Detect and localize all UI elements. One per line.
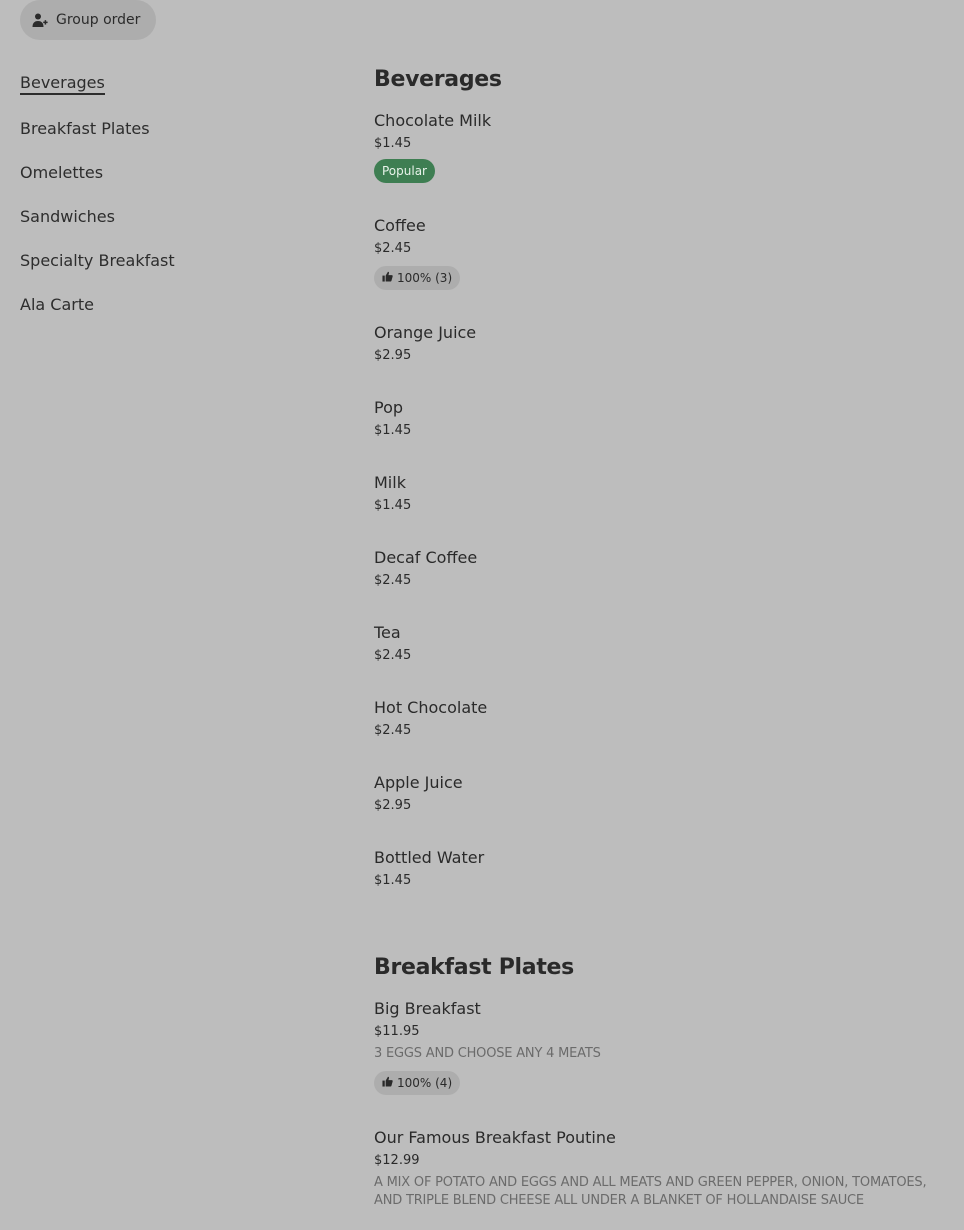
item-price: $1.45 (374, 498, 412, 513)
item-description: 3 EGGS AND CHOOSE ANY 4 MEATS (374, 1046, 601, 1061)
add-person-icon (32, 12, 48, 28)
menu-item[interactable]: Decaf Coffee $2.45 (374, 535, 934, 610)
item-price: $1.45 (374, 423, 412, 438)
item-price: $2.95 (374, 798, 412, 813)
menu-item[interactable]: Apple Juice $2.95 (374, 760, 934, 835)
sidebar-item-label: Sandwiches (20, 206, 115, 226)
menu-item[interactable]: Orange Juice $2.95 (374, 310, 934, 385)
menu-item[interactable]: Hot Chocolate $2.45 (374, 685, 934, 760)
category-sidebar: Beverages Breakfast Plates Omelettes Sandwi… (20, 62, 320, 326)
group-order-label: Group order (56, 12, 141, 28)
item-price: $2.45 (374, 723, 412, 738)
item-price: $2.45 (374, 648, 412, 663)
thumbs-up-icon (382, 271, 393, 285)
sidebar-item-label: Beverages (20, 73, 105, 95)
menu-item[interactable]: Coffee $2.45 100% (3) (374, 203, 934, 310)
sidebar-item-omelettes[interactable]: Omelettes (20, 150, 320, 194)
menu-item[interactable]: Our Famous Breakfast Poutine $12.99 A MIX … (374, 1115, 934, 1230)
item-name: Coffee (374, 216, 426, 235)
item-name: Decaf Coffee (374, 548, 478, 567)
item-name: Pop (374, 398, 404, 417)
menu-item[interactable]: Big Breakfast $11.95 3 EGGS AND CHOOSE ANY… (374, 986, 934, 1115)
item-name: Chocolate Milk (374, 111, 492, 130)
menu-item[interactable]: Tea $2.45 (374, 610, 934, 685)
item-name: Big Breakfast (374, 999, 481, 1018)
item-name: Bottled Water (374, 848, 485, 867)
item-name: Milk (374, 473, 406, 492)
thumbs-up-icon (382, 1076, 393, 1090)
rating-badge: 100% (4) (374, 1071, 461, 1095)
sidebar-item-sandwiches[interactable]: Sandwiches (20, 194, 320, 238)
item-price: $11.95 (374, 1024, 420, 1039)
item-description: A MIX OF POTATO AND EGGS AND ALL MEATS A… (374, 1175, 927, 1208)
section-title: Beverages (374, 67, 502, 92)
menu-item[interactable]: Chocolate Milk $1.45 Popular (374, 98, 934, 203)
menu-item[interactable]: Pop $1.45 (374, 385, 934, 460)
item-name: Our Famous Breakfast Poutine (374, 1128, 616, 1147)
item-price: $12.99 (374, 1153, 420, 1168)
item-price: $1.45 (374, 136, 412, 151)
menu-list: Beverages Chocolate Milk $1.45 Popular Coffe… (374, 62, 934, 1230)
section-title: Breakfast Plates (374, 955, 574, 980)
menu-item[interactable]: Milk $1.45 (374, 460, 934, 535)
menu-item[interactable]: Bottled Water $1.45 (374, 835, 934, 910)
item-name: Apple Juice (374, 773, 463, 792)
item-name: Orange Juice (374, 323, 477, 342)
sidebar-item-label: Ala Carte (20, 294, 94, 314)
item-price: $1.45 (374, 873, 412, 888)
sidebar-item-breakfast-plates[interactable]: Breakfast Plates (20, 106, 320, 150)
sidebar-item-beverages[interactable]: Beverages (20, 62, 320, 106)
menu-section-beverages: Beverages Chocolate Milk $1.45 Popular Coffe… (374, 62, 934, 910)
sidebar-item-label: Omelettes (20, 162, 104, 182)
rating-text: 100% (3) (397, 271, 453, 285)
sidebar-item-ala-carte[interactable]: Ala Carte (20, 282, 320, 326)
sidebar-item-label: Specialty Breakfast (20, 250, 175, 270)
item-price: $2.95 (374, 348, 412, 363)
sidebar-item-specialty-breakfast[interactable]: Specialty Breakfast (20, 238, 320, 282)
item-name: Tea (374, 623, 401, 642)
rating-text: 100% (4) (397, 1076, 453, 1090)
item-price: $2.45 (374, 573, 412, 588)
menu-section-breakfast-plates: Breakfast Plates Big Breakfast $11.95 3 EGG… (374, 950, 934, 1230)
sidebar-item-label: Breakfast Plates (20, 118, 150, 138)
item-price: $2.45 (374, 241, 412, 256)
rating-badge: 100% (3) (374, 266, 461, 290)
popular-badge: Popular (374, 159, 435, 183)
group-order-button[interactable]: Group order (20, 0, 157, 40)
item-name: Hot Chocolate (374, 698, 488, 717)
